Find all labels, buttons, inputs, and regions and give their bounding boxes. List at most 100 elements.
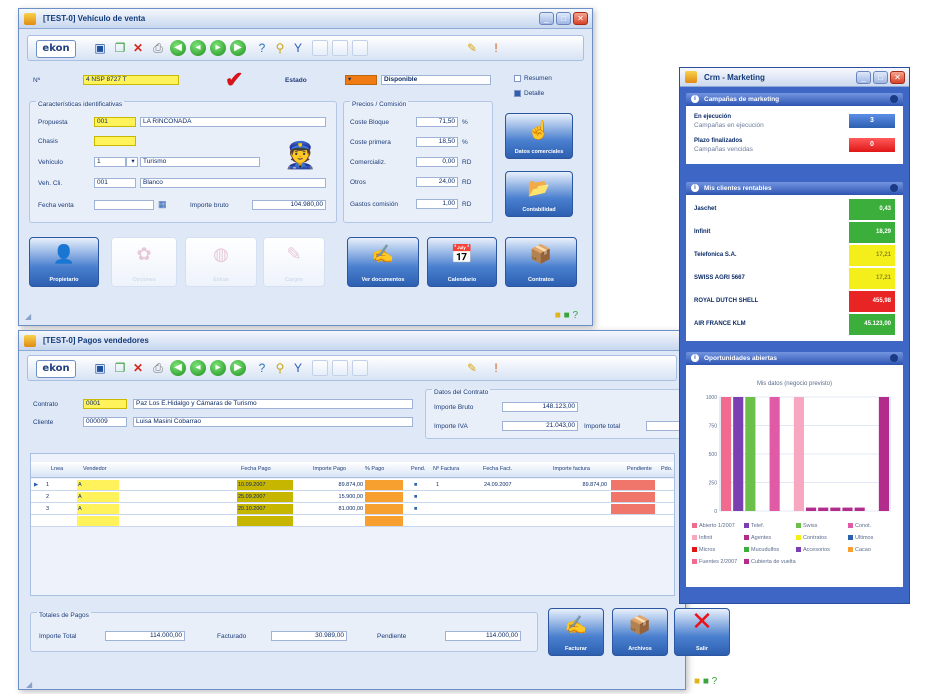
col-pendiente[interactable]: Pendiente — [627, 466, 652, 472]
cell-importe[interactable]: 15.900,00 — [297, 492, 363, 502]
next-record-icon[interactable]: ▸ — [210, 360, 226, 376]
cell-factura[interactable]: 1 — [435, 480, 479, 490]
cliente-code-field[interactable]: 000009 — [83, 417, 127, 427]
fecha-venta-field[interactable] — [94, 200, 154, 210]
extras-button[interactable]: ◍ Extras — [185, 237, 257, 287]
detail-checkbox[interactable] — [514, 90, 521, 97]
client-name[interactable]: Jaschet — [694, 206, 716, 212]
empty-tool-1[interactable] — [312, 360, 328, 376]
print-icon[interactable]: ⎙ — [150, 360, 166, 376]
empty-tool-3[interactable] — [352, 40, 368, 56]
maximize-button[interactable]: □ — [556, 12, 571, 25]
cell-importe-fact[interactable] — [543, 492, 607, 502]
cell-importe-fact[interactable]: 89.874,00 — [543, 480, 607, 490]
empty-tool-1[interactable] — [312, 40, 328, 56]
client-profit-value[interactable]: 0,43 — [849, 199, 895, 220]
help-icon[interactable]: ! — [488, 360, 504, 376]
client-profit-value[interactable]: 17,21 — [849, 245, 895, 266]
cell-fecha-fact[interactable]: 24.09.2007 — [483, 480, 539, 490]
filter-icon[interactable]: ⚲ — [272, 360, 288, 376]
options-button[interactable]: ✿ Opciones — [111, 237, 177, 287]
client-name[interactable]: ROYAL DUTCH SHELL — [694, 298, 758, 304]
status-field[interactable]: Disponible — [381, 75, 491, 85]
cell-importe[interactable]: 89.874,00 — [297, 480, 363, 490]
col-importe-pago[interactable]: Importe Pago — [313, 466, 346, 472]
total-field[interactable]: 114.000,00 — [105, 631, 185, 641]
campaigns-section-header[interactable]: i Campañas de marketing — [686, 93, 903, 106]
col-fecha-fact[interactable]: Fecha Fact. — [483, 466, 512, 472]
save-icon[interactable]: ▣ — [92, 40, 108, 56]
crm-maximize-button[interactable]: □ — [873, 71, 888, 84]
empty-tool-2[interactable] — [332, 360, 348, 376]
accounting-button[interactable]: 📂 Contabilidad — [505, 171, 573, 217]
cell-vendedor[interactable]: A — [77, 492, 119, 502]
cell-importe-fact[interactable] — [543, 504, 607, 514]
cell-linea[interactable]: 2 — [45, 492, 75, 502]
calendar-picker-icon[interactable]: ▦ — [158, 199, 167, 210]
cell-vendedor[interactable]: A — [77, 480, 119, 490]
client-name[interactable]: Telefonica S.A. — [694, 252, 737, 258]
cell-fecha[interactable]: 20.10.2007 — [237, 504, 293, 514]
cell-fecha-fact[interactable] — [483, 492, 539, 502]
clients-section-header[interactable]: i Mis clientes rentables — [686, 182, 903, 195]
print-icon[interactable]: ⎙ — [150, 40, 166, 56]
expired-value[interactable]: 0 — [849, 138, 895, 152]
col-linea[interactable]: Lnea — [51, 466, 63, 472]
collapse-icon[interactable] — [890, 184, 898, 192]
cell-pend-check[interactable]: ■ — [413, 504, 425, 514]
client-profit-value[interactable]: 18,29 — [849, 222, 895, 243]
precio-value-4[interactable]: 24,00 — [416, 177, 458, 187]
delete-icon[interactable]: ✕ — [130, 360, 146, 376]
col-pend[interactable]: Pend. — [411, 466, 425, 472]
first-record-icon[interactable]: ◀ — [170, 40, 186, 56]
col-vendedor[interactable]: Vendedor — [83, 466, 107, 472]
number-field[interactable]: 4 NSP 8727 T — [83, 75, 179, 85]
commercial-data-button[interactable]: ☝ Datos comerciales — [505, 113, 573, 159]
query-icon[interactable]: ? — [254, 40, 270, 56]
charges-button[interactable]: ✎ Cargos — [263, 237, 325, 287]
copy-icon[interactable]: ❐ — [112, 360, 128, 376]
cell-pago[interactable] — [365, 480, 403, 490]
exit-button[interactable]: ✕ Salir — [674, 608, 730, 656]
empty-tool-2[interactable] — [332, 40, 348, 56]
row-selector-icon[interactable]: ▶ — [33, 480, 43, 490]
cell-fecha[interactable]: 25.09.2007 — [237, 492, 293, 502]
client-name[interactable]: Infinit — [694, 229, 710, 235]
vehiculo-desc-field[interactable]: Turismo — [140, 157, 260, 167]
delete-icon[interactable]: ✕ — [130, 40, 146, 56]
close-button[interactable]: ✕ — [573, 12, 588, 25]
last-record-icon[interactable]: ▶ — [230, 360, 246, 376]
col-factura[interactable]: Nº Factura — [433, 466, 459, 472]
collapse-icon[interactable] — [890, 95, 898, 103]
table-row-empty[interactable] — [31, 515, 674, 527]
cell-factura[interactable] — [435, 492, 479, 502]
filter-apply-icon[interactable]: Y — [290, 40, 306, 56]
vehiculo-code-field[interactable]: 1 — [94, 157, 126, 167]
propuesta-code-field[interactable]: 001 — [94, 117, 136, 127]
in-progress-value[interactable]: 3 — [849, 114, 895, 128]
cell-pago[interactable] — [365, 504, 403, 514]
importe-bruto-field[interactable]: 104.980,00 — [252, 200, 326, 210]
cell-linea[interactable]: 3 — [45, 504, 75, 514]
client-profit-value[interactable]: 17,21 — [849, 268, 895, 289]
last-record-icon[interactable]: ▶ — [230, 40, 246, 56]
crm-minimize-button[interactable]: _ — [856, 71, 871, 84]
filter-apply-icon[interactable]: Y — [290, 360, 306, 376]
veh-cli-code-field[interactable]: 001 — [94, 178, 136, 188]
cell-vendedor[interactable]: A — [77, 504, 119, 514]
empty-tool-3[interactable] — [352, 360, 368, 376]
previous-record-icon[interactable]: ◂ — [190, 40, 206, 56]
previous-record-icon[interactable]: ◂ — [190, 360, 206, 376]
precio-value-2[interactable]: 18,50 — [416, 137, 458, 147]
cell-fecha[interactable] — [237, 516, 293, 526]
col-pdo[interactable]: Pdo. — [661, 466, 672, 472]
importe-iva-field[interactable]: 21.043,00 — [502, 421, 578, 431]
cell-pago[interactable] — [365, 516, 403, 526]
cell-fecha-fact[interactable] — [483, 504, 539, 514]
client-name[interactable]: SWISS AGRI 5667 — [694, 275, 745, 281]
cell-pendiente[interactable] — [611, 480, 655, 490]
cell-fecha[interactable]: 10.09.2007 — [237, 480, 293, 490]
next-record-icon[interactable]: ▸ — [210, 40, 226, 56]
documents-button[interactable]: ✍ Ver documentos — [347, 237, 419, 287]
filter-icon[interactable]: ⚲ — [272, 40, 288, 56]
